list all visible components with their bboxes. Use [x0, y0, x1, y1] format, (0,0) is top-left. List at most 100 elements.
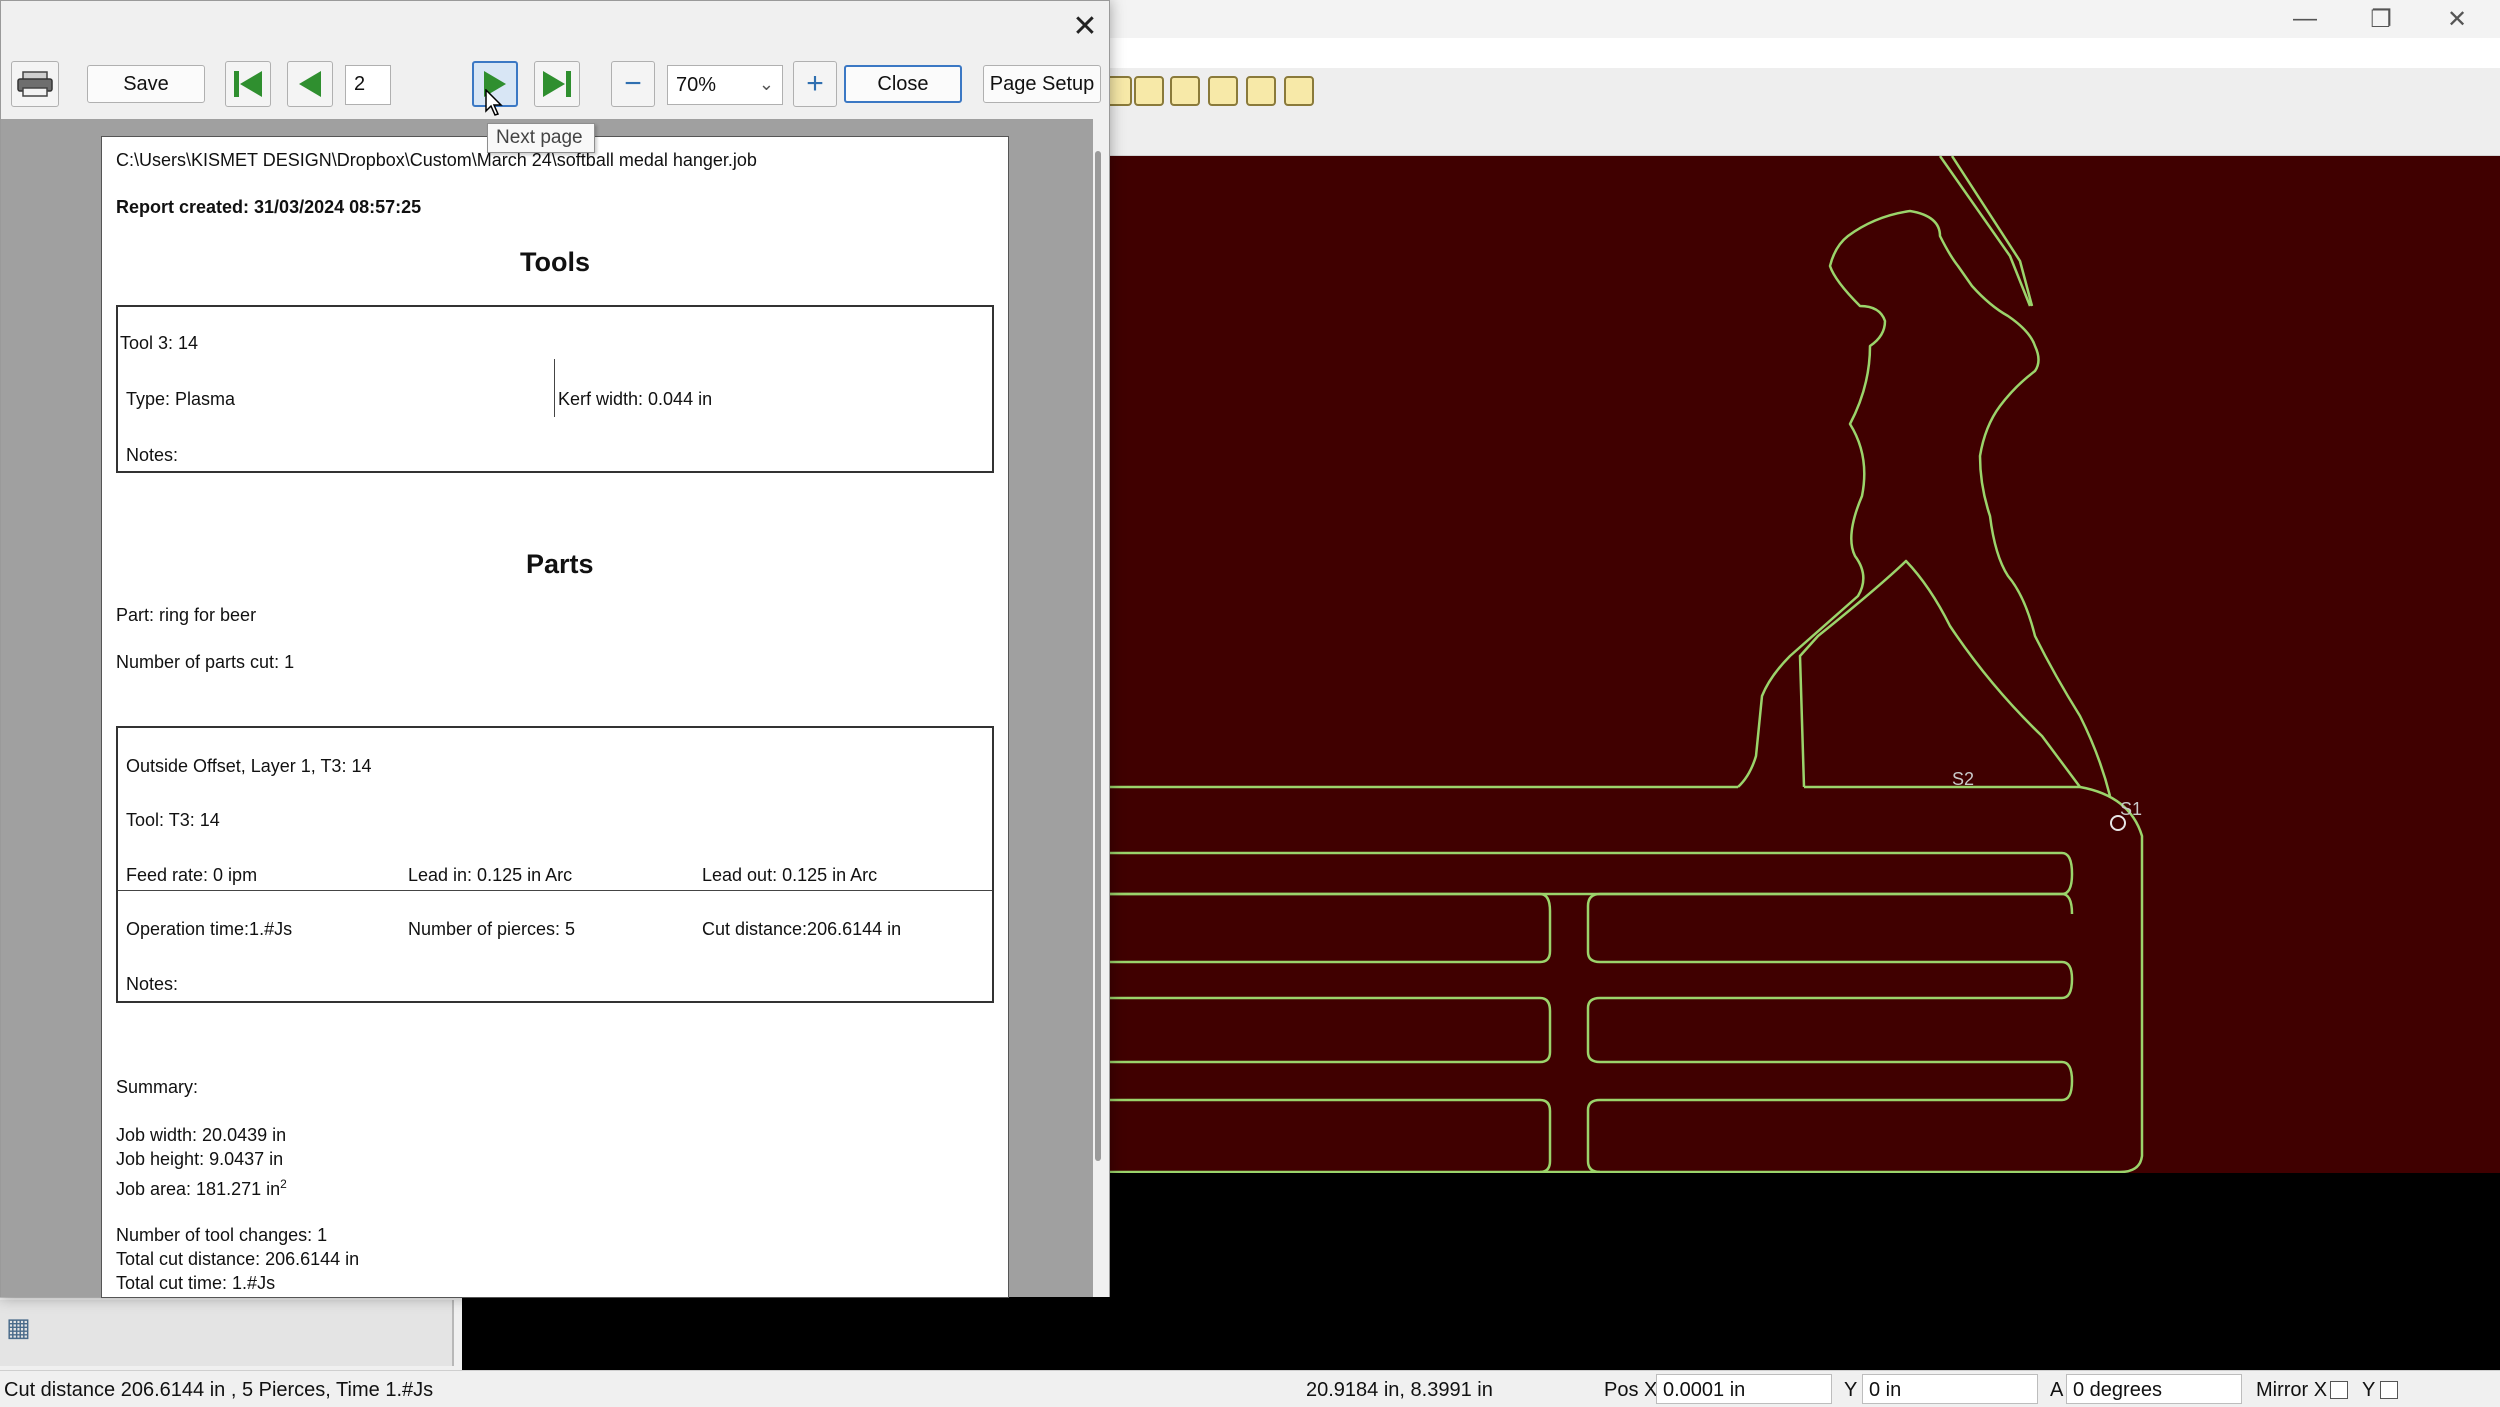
previous-page-button[interactable] — [287, 61, 333, 107]
slot-left-2 — [1110, 996, 1552, 1064]
mirror-x-checkbox[interactable] — [2330, 1381, 2348, 1399]
zoom-extents-icon[interactable] — [1208, 76, 1238, 106]
tool-type: Type: Plasma — [126, 389, 236, 409]
right-edge — [1110, 785, 2144, 1174]
cad-canvas[interactable]: S2 S1 — [1110, 155, 2500, 1174]
mirror-y-label: Y — [2362, 1379, 2376, 1401]
start-label-s1: S1 — [2120, 799, 2142, 819]
tool-notes: Notes: — [126, 445, 179, 465]
printer-icon — [17, 71, 53, 97]
panel-gap — [462, 1297, 1110, 1370]
canvas-empty-area — [1110, 1173, 2500, 1370]
feed-rate: Feed rate: 0 ipm — [126, 865, 258, 885]
report-created: Report created: 31/03/2024 08:57:25 — [116, 197, 422, 217]
zoom-previous-icon[interactable] — [1246, 76, 1276, 106]
report-page: C:\Users\KISMET DESIGN\Dropbox\Custom\Ma… — [101, 136, 1009, 1298]
status-bar: Cut distance 206.6144 in , 5 Pierces, Ti… — [0, 1370, 2500, 1407]
save-button[interactable]: Save — [87, 65, 205, 103]
lead-in: Lead in: 0.125 in Arc — [408, 865, 573, 885]
tool-changes: Number of tool changes: 1 — [116, 1225, 328, 1245]
zoom-select[interactable]: 70% ⌄ — [667, 65, 783, 105]
print-button[interactable] — [11, 61, 59, 107]
tools-heading: Tools — [520, 247, 590, 277]
a-label: A — [2050, 1379, 2064, 1401]
parts-heading: Parts — [526, 549, 594, 579]
last-page-icon — [543, 71, 571, 97]
operation-tool: Tool: T3: 14 — [126, 810, 220, 830]
preview-titlebar — [1, 1, 1109, 51]
total-cut-distance: Total cut distance: 206.6144 in — [116, 1249, 360, 1269]
minimize-icon[interactable]: — — [2267, 0, 2343, 38]
y-label: Y — [1844, 1379, 1858, 1401]
pos-x-label: Pos X — [1604, 1379, 1658, 1401]
zoom-value: 70% — [676, 74, 717, 96]
bottom-left-panel-tab[interactable] — [0, 1300, 454, 1366]
mouse-cursor-icon — [485, 89, 503, 116]
tool-box-divider — [554, 359, 555, 417]
slot-left-1 — [1110, 892, 1552, 964]
slot-1 — [1110, 851, 2074, 896]
total-cut-time: Total cut time: 1.#Js — [116, 1273, 276, 1293]
part-name: Part: ring for beer — [116, 605, 257, 625]
previous-page-icon — [299, 71, 321, 97]
first-page-icon — [234, 71, 262, 97]
restore-icon[interactable]: ❐ — [2343, 0, 2419, 38]
job-area-exponent: 2 — [280, 1177, 287, 1191]
operation-notes: Notes: — [126, 974, 179, 994]
part-outline-drawing: S2 S1 — [1110, 155, 2144, 1174]
scrollbar-thumb[interactable] — [1095, 151, 1101, 1161]
number-of-pierces: Number of pierces: 5 — [408, 919, 576, 939]
zoom-in-icon[interactable] — [1134, 76, 1164, 106]
status-message: Cut distance 206.6144 in , 5 Pierces, Ti… — [4, 1379, 434, 1401]
print-preview-window: ✕ Save − + Close Page Setup 2 70% ⌄ C:\U… — [0, 0, 1110, 1298]
y-field[interactable]: 0 in — [1862, 1374, 2038, 1404]
close-button[interactable]: Close — [844, 65, 962, 103]
slot-row2 — [1586, 892, 2074, 1174]
job-area-value: Job area: 181.271 in — [116, 1179, 281, 1199]
first-page-button[interactable] — [225, 61, 271, 107]
batter-inner-leg — [1798, 559, 2082, 788]
slot-left-3 — [1110, 1098, 1552, 1174]
batter-outline — [1737, 209, 2112, 797]
page-setup-button[interactable]: Page Setup — [983, 65, 1101, 103]
close-icon[interactable]: ✕ — [1063, 5, 1107, 47]
tool-name: Tool 3: 14 — [120, 333, 199, 353]
next-page-tooltip: Next page — [487, 123, 595, 153]
file-path: C:\Users\KISMET DESIGN\Dropbox\Custom\Ma… — [116, 150, 757, 170]
zoom-window-icon[interactable] — [1170, 76, 1200, 106]
app-menubar — [1110, 38, 2500, 68]
table-grid-icon[interactable]: ▦ — [6, 1314, 36, 1340]
job-height: Job height: 9.0437 in — [116, 1149, 284, 1169]
chevron-down-icon: ⌄ — [758, 74, 774, 94]
start-label-s2: S2 — [1952, 769, 1974, 789]
pan-icon[interactable] — [1284, 76, 1314, 106]
bat — [1938, 155, 2034, 307]
operation-box-divider — [118, 890, 992, 891]
kerf-width: Kerf width: 0.044 in — [558, 389, 713, 409]
zoom-in-button[interactable]: + — [793, 61, 837, 107]
pos-x-field[interactable]: 0.0001 in — [1656, 1374, 1832, 1404]
preview-toolbar: Save − + Close Page Setup — [1, 51, 1109, 119]
slot-right-1 — [1600, 892, 2074, 915]
mirror-y-checkbox[interactable] — [2380, 1381, 2398, 1399]
plus-icon: + — [806, 67, 824, 100]
zoom-out-button[interactable]: − — [611, 61, 655, 107]
screen: { "preview": { "toolbar": { "print_icon"… — [0, 0, 2500, 1407]
page-number-input[interactable]: 2 — [345, 65, 391, 105]
operation-time: Operation time:1.#Js — [126, 919, 293, 939]
tool-box — [116, 305, 994, 473]
last-page-button[interactable] — [534, 61, 580, 107]
app-titlebar: — ❐ ✕ — [1110, 0, 2500, 38]
cursor-position: 20.9184 in, 8.3991 in — [1306, 1379, 1493, 1401]
mirror-x-label: Mirror X — [2256, 1379, 2328, 1401]
job-area: Job area: 181.271 in2 — [116, 1177, 287, 1200]
operation-title: Outside Offset, Layer 1, T3: 14 — [126, 756, 372, 776]
cut-distance: Cut distance:206.6144 in — [702, 919, 902, 939]
close-icon[interactable]: ✕ — [2419, 0, 2495, 38]
lead-out: Lead out: 0.125 in Arc — [702, 865, 878, 885]
parts-cut: Number of parts cut: 1 — [116, 652, 295, 672]
summary-heading: Summary: — [116, 1077, 199, 1097]
job-width: Job width: 20.0439 in — [116, 1125, 287, 1145]
angle-field[interactable]: 0 degrees — [2066, 1374, 2242, 1404]
minus-icon: − — [624, 67, 642, 100]
